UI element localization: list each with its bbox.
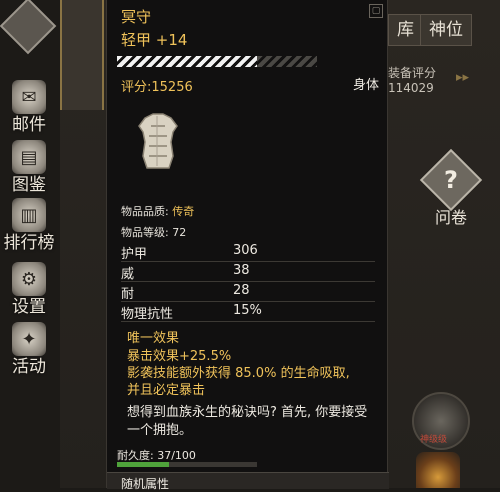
random-attributes-label: 随机属性	[121, 477, 170, 491]
unique-effect-line: 并且必定暴击	[127, 383, 206, 398]
gear-icon: ⚙	[12, 262, 46, 296]
envelope-icon: ✉	[12, 80, 46, 114]
tab-storage[interactable]: 库	[388, 14, 423, 46]
sidebar-item-label: 图鉴	[12, 175, 46, 195]
sidebar-item-ranking[interactable]: ▥ 排行榜	[0, 198, 58, 253]
question-icon: ?	[419, 148, 483, 212]
equipment-score: 装备评分 114029	[388, 66, 450, 96]
item-type: 轻甲 +14	[121, 31, 188, 49]
durability-bar	[117, 462, 257, 467]
armor-icon	[138, 113, 178, 169]
stat-label: 威	[121, 267, 135, 282]
sidebar-item-settings[interactable]: ⚙ 设置	[0, 262, 58, 317]
durability-bar-fill	[117, 462, 169, 467]
ranking-icon: ▥	[12, 198, 46, 232]
book-icon: ▤	[12, 140, 46, 174]
event-icon: ✦	[12, 322, 46, 356]
item-level: 物品等级: 72	[121, 226, 187, 239]
item-lore: 想得到血族永生的秘诀吗? 首先, 你要接受一个拥抱。	[127, 405, 368, 438]
stat-row: 物理抗性 15%	[121, 303, 375, 322]
sidebar-item-events[interactable]: ✦ 活动	[0, 322, 58, 377]
equipment-slot-frame	[60, 0, 104, 110]
sidebar-item-codex[interactable]: ▤ 图鉴	[0, 140, 58, 195]
item-quality-label: 物品品质:	[121, 205, 169, 218]
stat-row: 耐 28	[121, 283, 375, 302]
item-slot: 身体	[352, 78, 379, 93]
stat-value: 38	[233, 263, 250, 278]
equipment-score-label: 装备评分	[388, 66, 437, 80]
stat-value: 306	[233, 243, 258, 258]
stat-row: 威 38	[121, 263, 375, 282]
stat-label: 耐	[121, 287, 135, 302]
stat-row: 护甲 306	[121, 243, 375, 262]
random-attributes-header[interactable]: 随机属性	[107, 472, 389, 491]
boss-label: 神级级	[420, 435, 448, 445]
unique-effect-line: 暴击效果+25.5%	[127, 349, 232, 364]
item-quality: 物品品质: 传奇	[121, 203, 194, 219]
item-quality-value: 传奇	[172, 205, 195, 218]
sidebar-item-label: 排行榜	[3, 233, 55, 253]
sidebar-item-label: 活动	[12, 357, 46, 377]
item-rating: 评分:15256	[121, 80, 193, 95]
stat-value: 15%	[233, 303, 262, 318]
tab-divine-slot[interactable]: 神位	[420, 14, 472, 46]
sidebar-item-mail[interactable]: ✉ 邮件	[0, 80, 58, 135]
survey-button[interactable]: ? 问卷	[419, 148, 483, 228]
item-tooltip: ▢ 冥守 轻甲 +14 评分:15256 身体 物品品质: 传奇 物品等级: 7…	[106, 0, 389, 491]
durability-text: 耐久度: 37/100	[117, 449, 196, 462]
unique-effect-title: 唯一效果	[127, 331, 180, 346]
item-name: 冥守	[121, 8, 152, 26]
stat-label: 物理抗性	[121, 307, 174, 322]
stat-label: 护甲	[121, 247, 148, 262]
menu-diamond-icon[interactable]	[0, 0, 57, 55]
flame-portrait-icon[interactable]	[416, 452, 460, 488]
sidebar-item-label: 设置	[12, 297, 46, 317]
sidebar-item-label: 邮件	[12, 115, 46, 135]
equipment-score-value: 114029	[388, 81, 434, 95]
enhance-level-bar-empty	[257, 56, 317, 67]
lock-icon[interactable]: ▢	[369, 4, 383, 18]
stat-value: 28	[233, 283, 250, 298]
arrow-right-icon[interactable]: ▸▸	[456, 70, 469, 85]
unique-effect-line: 影袭技能额外获得 85.0% 的生命吸取,	[127, 366, 350, 381]
